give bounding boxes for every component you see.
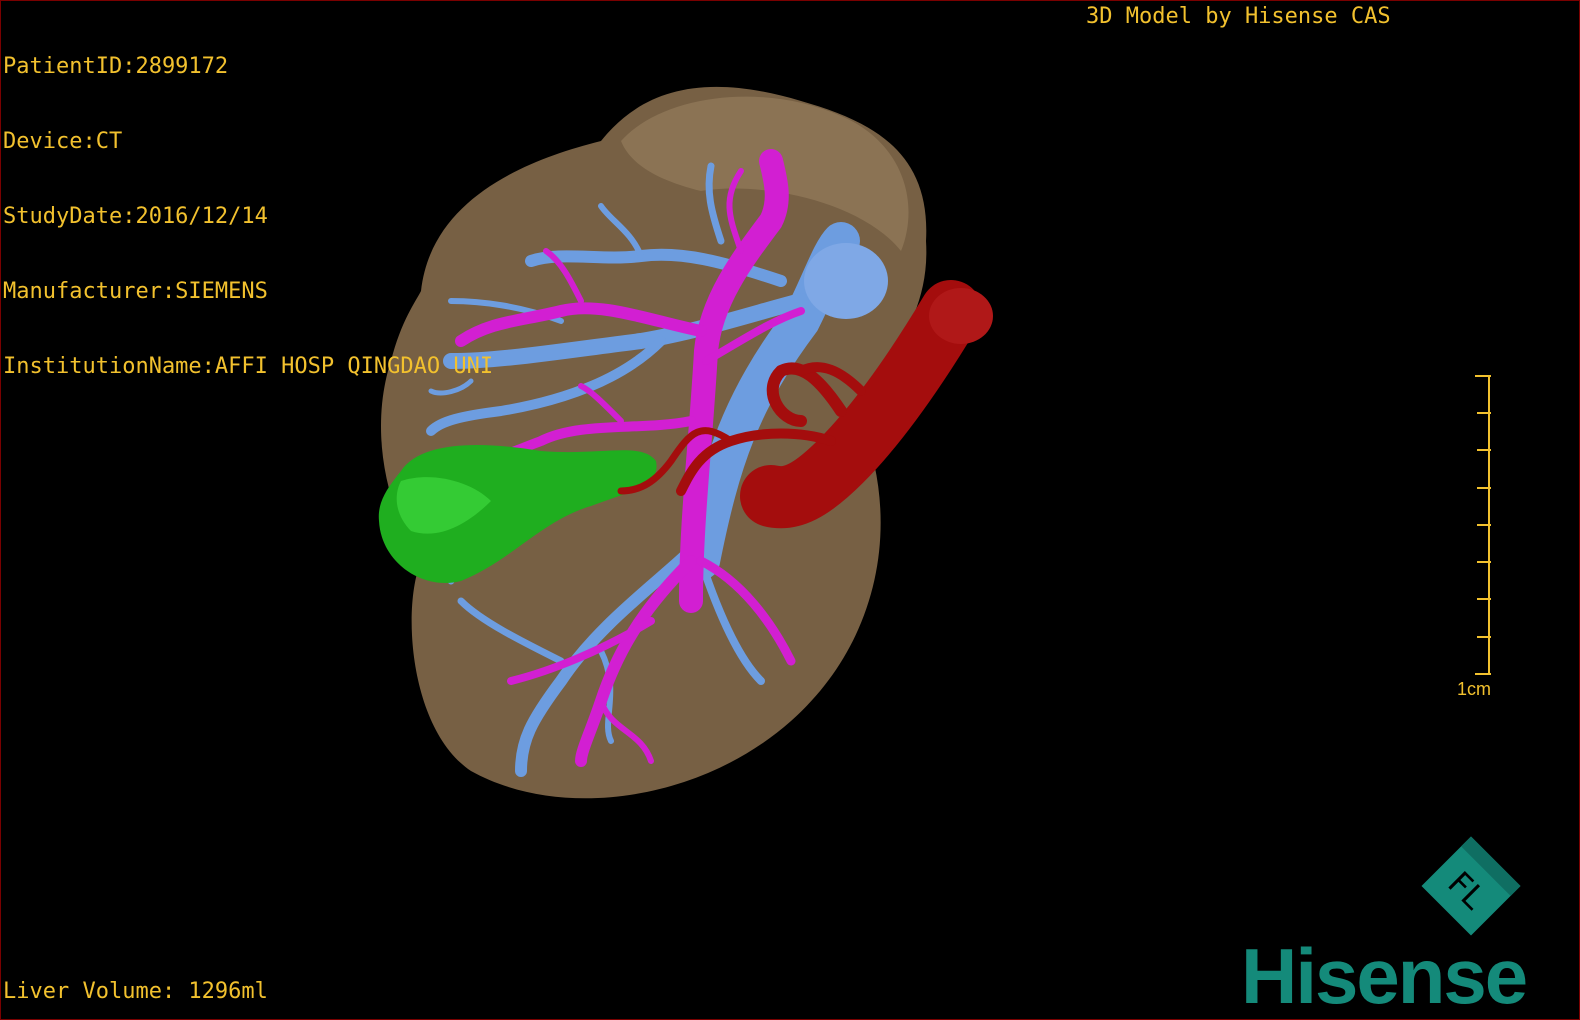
scale-bar	[1475, 375, 1491, 675]
patient-id: PatientID:2899172	[3, 54, 229, 79]
scale-bar-label: 1cm	[1457, 679, 1492, 699]
study-date: StudyDate:2016/12/14	[3, 204, 268, 229]
hisense-logo: Hisense	[1241, 932, 1528, 1020]
aorta-end	[929, 288, 993, 344]
ivc-segment	[804, 243, 888, 319]
liver-volume: Liver Volume: 1296ml	[3, 979, 268, 1004]
model-title: 3D Model by Hisense CAS	[1086, 4, 1391, 29]
fl-cube-icon: FL	[1421, 836, 1521, 936]
institution-name: InstitutionName:AFFI HOSP QINGDAO UNI	[3, 354, 494, 379]
manufacturer: Manufacturer:SIEMENS	[3, 279, 268, 304]
3d-viewport[interactable]: PatientID:2899172 Device:CT StudyDate:20…	[0, 0, 1580, 1020]
dicom-metadata: PatientID:2899172 Device:CT StudyDate:20…	[3, 4, 493, 429]
device: Device:CT	[3, 129, 123, 154]
